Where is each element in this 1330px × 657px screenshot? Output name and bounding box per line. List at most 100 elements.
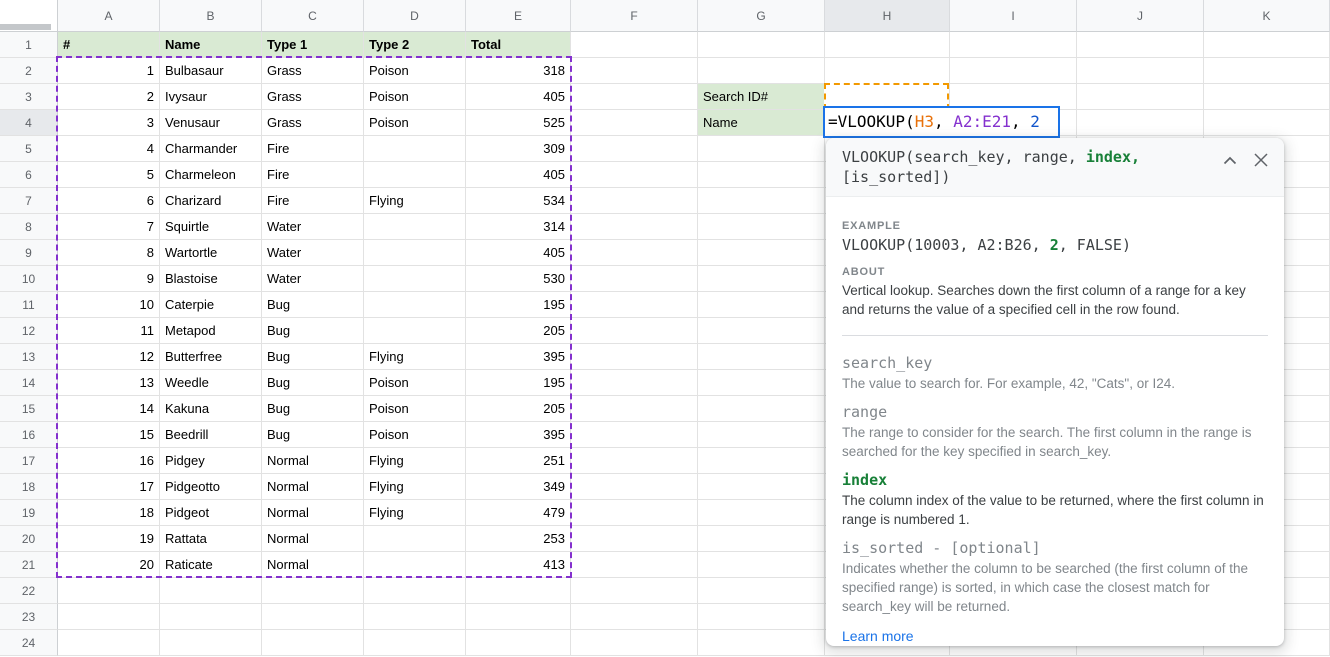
- cell-K1[interactable]: [1204, 32, 1330, 58]
- cell-B21[interactable]: Raticate: [160, 552, 262, 578]
- cell-J1[interactable]: [1077, 32, 1204, 58]
- cell-A23[interactable]: [58, 604, 160, 630]
- cell-A12[interactable]: 11: [58, 318, 160, 344]
- cell-G18[interactable]: [698, 474, 825, 500]
- cell-D4[interactable]: Poison: [364, 110, 466, 136]
- row-header-22[interactable]: 22: [0, 578, 58, 604]
- cell-B14[interactable]: Weedle: [160, 370, 262, 396]
- cell-B4[interactable]: Venusaur: [160, 110, 262, 136]
- cell-A10[interactable]: 9: [58, 266, 160, 292]
- column-header-C[interactable]: C: [262, 0, 364, 32]
- column-header-B[interactable]: B: [160, 0, 262, 32]
- cell-F18[interactable]: [571, 474, 698, 500]
- cell-I1[interactable]: [950, 32, 1077, 58]
- row-header-3[interactable]: 3: [0, 84, 58, 110]
- cell-B24[interactable]: [160, 630, 262, 656]
- cell-A21[interactable]: 20: [58, 552, 160, 578]
- cell-C8[interactable]: Water: [262, 214, 364, 240]
- cell-C11[interactable]: Bug: [262, 292, 364, 318]
- cell-F20[interactable]: [571, 526, 698, 552]
- cell-E11[interactable]: 195: [466, 292, 571, 318]
- cell-B17[interactable]: Pidgey: [160, 448, 262, 474]
- cell-C4[interactable]: Grass: [262, 110, 364, 136]
- cell-G16[interactable]: [698, 422, 825, 448]
- cell-A4[interactable]: 3: [58, 110, 160, 136]
- cell-E5[interactable]: 309: [466, 136, 571, 162]
- row-header-1[interactable]: 1: [0, 32, 58, 58]
- cell-E6[interactable]: 405: [466, 162, 571, 188]
- cell-A16[interactable]: 15: [58, 422, 160, 448]
- cell-C2[interactable]: Grass: [262, 58, 364, 84]
- cell-F7[interactable]: [571, 188, 698, 214]
- cell-J2[interactable]: [1077, 58, 1204, 84]
- row-header-18[interactable]: 18: [0, 474, 58, 500]
- cell-D2[interactable]: Poison: [364, 58, 466, 84]
- cell-F5[interactable]: [571, 136, 698, 162]
- cell-D1[interactable]: Type 2: [364, 32, 466, 58]
- cell-A14[interactable]: 13: [58, 370, 160, 396]
- cell-E4[interactable]: 525: [466, 110, 571, 136]
- cell-C19[interactable]: Normal: [262, 500, 364, 526]
- column-header-A[interactable]: A: [58, 0, 160, 32]
- learn-more-link[interactable]: Learn more: [842, 626, 914, 646]
- cell-A2[interactable]: 1: [58, 58, 160, 84]
- cell-C3[interactable]: Grass: [262, 84, 364, 110]
- cell-F23[interactable]: [571, 604, 698, 630]
- column-header-G[interactable]: G: [698, 0, 825, 32]
- cell-C20[interactable]: Normal: [262, 526, 364, 552]
- cell-B7[interactable]: Charizard: [160, 188, 262, 214]
- cell-B10[interactable]: Blastoise: [160, 266, 262, 292]
- cell-A6[interactable]: 5: [58, 162, 160, 188]
- cell-B11[interactable]: Caterpie: [160, 292, 262, 318]
- cell-F2[interactable]: [571, 58, 698, 84]
- collapse-icon[interactable]: [1221, 151, 1239, 169]
- cell-E7[interactable]: 534: [466, 188, 571, 214]
- cell-G4[interactable]: Name: [698, 110, 825, 136]
- cell-H1[interactable]: [825, 32, 950, 58]
- column-header-J[interactable]: J: [1077, 0, 1204, 32]
- cell-B22[interactable]: [160, 578, 262, 604]
- cell-G2[interactable]: [698, 58, 825, 84]
- cell-D17[interactable]: Flying: [364, 448, 466, 474]
- cell-F13[interactable]: [571, 344, 698, 370]
- cell-B3[interactable]: Ivysaur: [160, 84, 262, 110]
- row-header-13[interactable]: 13: [0, 344, 58, 370]
- row-header-2[interactable]: 2: [0, 58, 58, 84]
- column-header-D[interactable]: D: [364, 0, 466, 32]
- cell-E3[interactable]: 405: [466, 84, 571, 110]
- cell-E17[interactable]: 251: [466, 448, 571, 474]
- cell-F12[interactable]: [571, 318, 698, 344]
- cell-E2[interactable]: 318: [466, 58, 571, 84]
- cell-E14[interactable]: 195: [466, 370, 571, 396]
- cell-A18[interactable]: 17: [58, 474, 160, 500]
- cell-D15[interactable]: Poison: [364, 396, 466, 422]
- cell-A1[interactable]: #: [58, 32, 160, 58]
- cell-D9[interactable]: [364, 240, 466, 266]
- cell-F15[interactable]: [571, 396, 698, 422]
- cell-E12[interactable]: 205: [466, 318, 571, 344]
- column-header-E[interactable]: E: [466, 0, 571, 32]
- row-header-7[interactable]: 7: [0, 188, 58, 214]
- cell-F6[interactable]: [571, 162, 698, 188]
- cell-B15[interactable]: Kakuna: [160, 396, 262, 422]
- cell-G15[interactable]: [698, 396, 825, 422]
- cell-D14[interactable]: Poison: [364, 370, 466, 396]
- cell-A22[interactable]: [58, 578, 160, 604]
- cell-B5[interactable]: Charmander: [160, 136, 262, 162]
- formula-editor[interactable]: =VLOOKUP(H3, A2:E21, 2: [823, 106, 1060, 138]
- cell-C24[interactable]: [262, 630, 364, 656]
- cell-D20[interactable]: [364, 526, 466, 552]
- cell-C15[interactable]: Bug: [262, 396, 364, 422]
- cell-A17[interactable]: 16: [58, 448, 160, 474]
- row-header-17[interactable]: 17: [0, 448, 58, 474]
- cell-G21[interactable]: [698, 552, 825, 578]
- cell-G19[interactable]: [698, 500, 825, 526]
- cell-D13[interactable]: Flying: [364, 344, 466, 370]
- cell-F8[interactable]: [571, 214, 698, 240]
- cell-G10[interactable]: [698, 266, 825, 292]
- cell-D5[interactable]: [364, 136, 466, 162]
- cell-C6[interactable]: Fire: [262, 162, 364, 188]
- row-header-6[interactable]: 6: [0, 162, 58, 188]
- cell-B12[interactable]: Metapod: [160, 318, 262, 344]
- cell-G24[interactable]: [698, 630, 825, 656]
